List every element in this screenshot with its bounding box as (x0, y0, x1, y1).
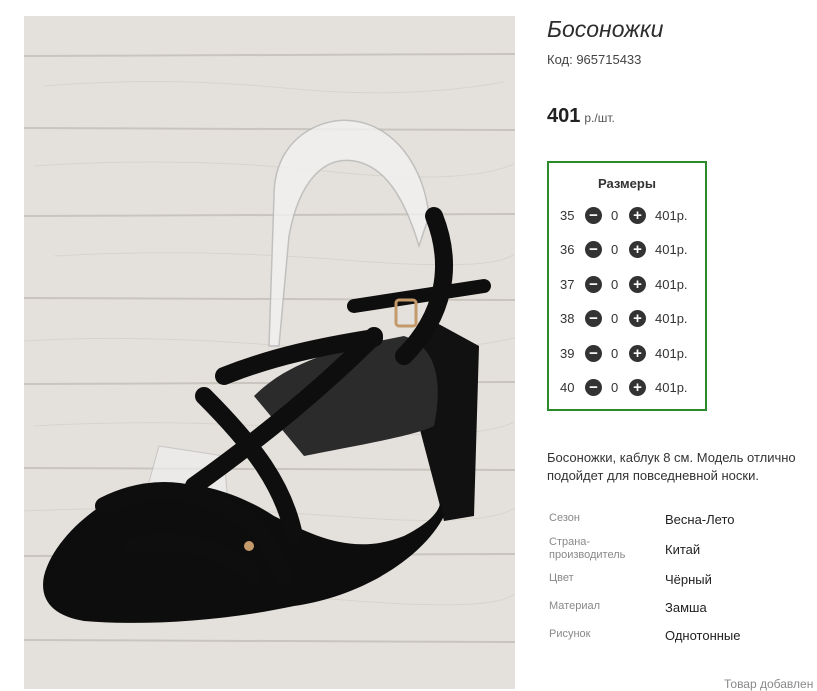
size-price: 401р. (655, 311, 688, 326)
plus-button[interactable]: + (629, 310, 646, 327)
quantity-value: 0 (611, 242, 619, 257)
plus-button[interactable]: + (629, 276, 646, 293)
size-label: 36 (560, 242, 575, 257)
quantity-value: 0 (611, 380, 619, 395)
minus-button[interactable]: − (585, 310, 602, 327)
size-row: 35 − 0 + 401р. (549, 205, 705, 227)
property-value: Чёрный (665, 572, 712, 587)
property-value: Весна-Лето (665, 512, 735, 527)
size-label: 37 (560, 277, 575, 292)
sizes-title: Размеры (598, 176, 656, 191)
size-price: 401р. (655, 208, 688, 223)
minus-button[interactable]: − (585, 276, 602, 293)
minus-button[interactable]: − (585, 207, 602, 224)
minus-button[interactable]: − (585, 241, 602, 258)
size-price: 401р. (655, 242, 688, 257)
price-unit: р./шт. (584, 111, 615, 125)
size-label: 39 (560, 346, 575, 361)
product-title: Босоножки (547, 16, 664, 42)
size-label: 40 (560, 380, 575, 395)
product-image (24, 16, 515, 689)
quantity-value: 0 (611, 208, 619, 223)
quantity-value: 0 (611, 311, 619, 326)
size-price: 401р. (655, 277, 688, 292)
size-label: 38 (560, 311, 575, 326)
property-key: Сезон (549, 512, 580, 524)
plus-button[interactable]: + (629, 241, 646, 258)
property-value: Замша (665, 600, 707, 615)
price-value: 401 (547, 105, 581, 127)
property-key: Материал (549, 600, 600, 612)
quantity-value: 0 (611, 346, 619, 361)
property-key: Рисунок (549, 628, 591, 640)
property-key: Цвет (549, 572, 574, 584)
plus-button[interactable]: + (629, 379, 646, 396)
size-row: 36 − 0 + 401р. (549, 239, 705, 261)
size-row: 39 − 0 + 401р. (549, 343, 705, 365)
size-row: 38 − 0 + 401р. (549, 308, 705, 330)
property-key: Страна-производитель (549, 536, 626, 561)
size-price: 401р. (655, 346, 688, 361)
product-photo[interactable] (24, 16, 515, 689)
property-value: Однотонные (665, 628, 741, 643)
size-row: 40 − 0 + 401р. (549, 377, 705, 399)
property-value: Китай (665, 542, 701, 557)
size-price: 401р. (655, 380, 688, 395)
product-code: Код: 965715433 (547, 52, 642, 67)
plus-button[interactable]: + (629, 207, 646, 224)
size-label: 35 (560, 208, 575, 223)
sizes-panel: Размеры 35 − 0 + 401р. 36 − 0 + 401р. 37… (547, 161, 707, 411)
product-price: 401 р./шт. (547, 105, 615, 128)
quantity-value: 0 (611, 277, 619, 292)
minus-button[interactable]: − (585, 379, 602, 396)
size-row: 37 − 0 + 401р. (549, 274, 705, 296)
minus-button[interactable]: − (585, 345, 602, 362)
product-description: Босоножки, каблук 8 см. Модель отлично п… (547, 450, 796, 483)
plus-button[interactable]: + (629, 345, 646, 362)
